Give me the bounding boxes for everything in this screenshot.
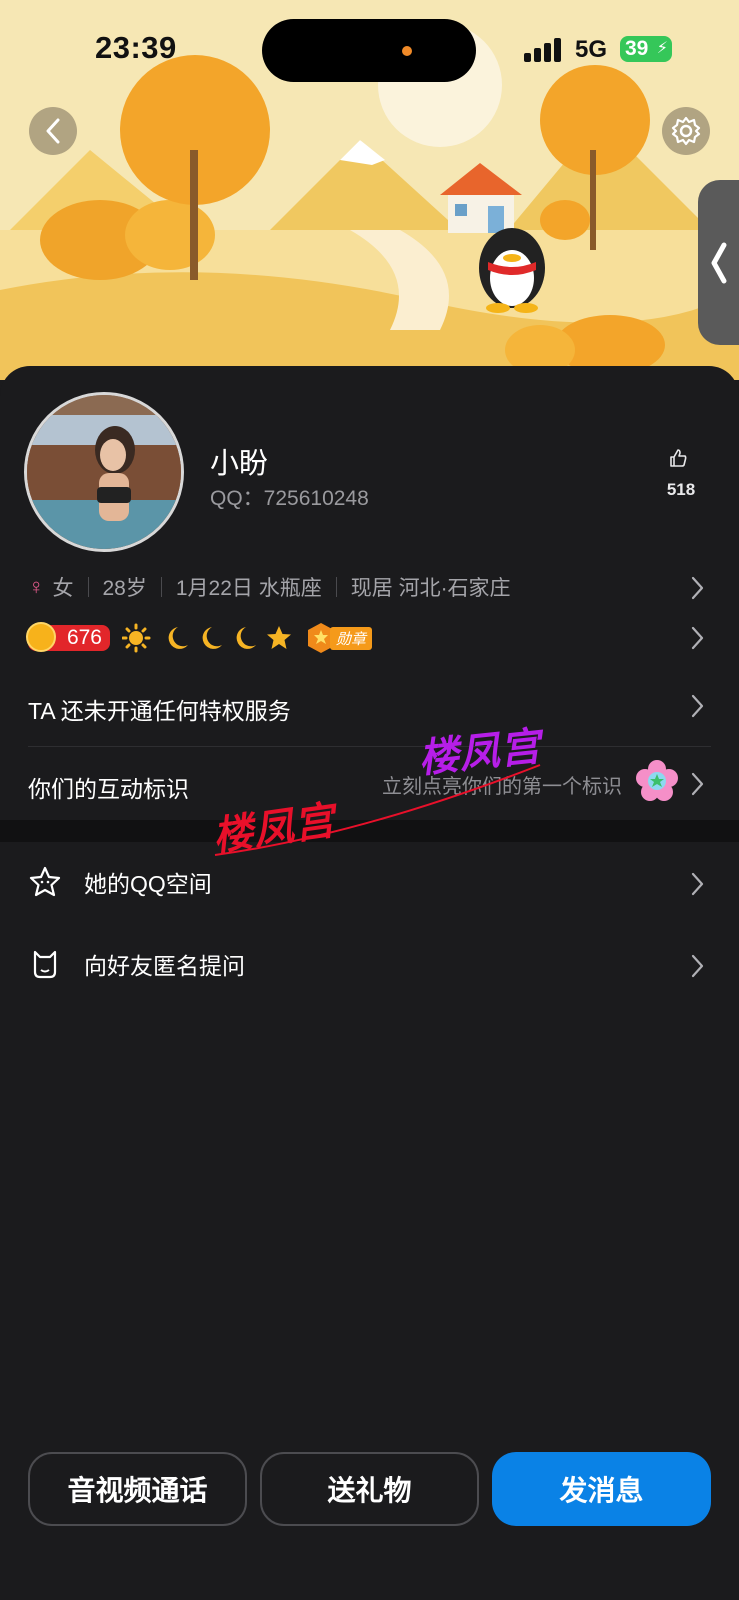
qzone-label: 她的QQ空间 [84,871,212,897]
star-face-icon [28,865,62,899]
moon-icon [168,627,188,649]
sun-icon [122,623,151,653]
video-call-button[interactable]: 音视频通话 [28,1452,247,1526]
dynamic-island [262,19,476,82]
star-icon [267,626,291,649]
age: 28岁 [102,577,147,600]
like-count: 518 [666,480,696,499]
signal-icon [524,38,564,62]
chevron-right-icon [691,626,704,650]
medal-label: 勋章 [330,626,373,650]
qq-number: QQ：725610248 [210,487,369,510]
send-gift-button[interactable]: 送礼物 [260,1452,479,1526]
side-drawer-handle[interactable] [698,180,739,345]
divider [160,577,162,597]
chevron-right-icon [691,576,704,600]
send-message-button[interactable]: 发消息 [492,1452,711,1526]
status-time: 23:39 [95,30,177,65]
qq-level-pill: 676 [26,622,110,652]
interaction-marks-row[interactable]: 你们的互动标识 [28,770,189,804]
battery-level: 39 [625,37,649,60]
network-type: 5G [575,36,608,63]
female-icon: ♀ [28,574,45,599]
privacy-indicator-dot [402,46,412,56]
chevron-right-icon [691,954,704,978]
qq-level-number: 676 [66,626,102,649]
level-badge-row[interactable]: 676 勋章 [26,620,373,656]
watermark-stroke [214,764,541,856]
chevron-right-icon [691,694,704,718]
battery-indicator: 39 ⚡ [620,36,672,62]
divider [28,746,711,747]
chevron-left-icon [46,118,60,144]
gear-icon [671,116,701,146]
cat-icon [28,947,62,981]
anonymous-question-row[interactable]: 向好友匿名提问 [28,942,245,986]
moon-icon [202,627,222,649]
sun-level-icon [26,622,56,652]
like-button[interactable] [668,448,688,473]
moon-icon [236,627,256,649]
birthday: 1月22日 水瓶座 [175,577,322,600]
avatar-photo [27,395,181,549]
settings-button[interactable] [662,107,710,155]
thumbs-up-icon [670,449,687,467]
profile-name: 小盼 [210,448,269,480]
privilege-row[interactable]: TA 还未开通任何特权服务 [28,692,291,726]
divider [87,577,89,597]
gender: 女 [52,577,74,600]
location: 现居 河北·石家庄 [350,577,511,600]
level-icons [122,623,291,653]
flower-icon [636,760,678,801]
medal-badge: 勋章 [306,622,373,654]
chevron-right-icon [691,872,704,896]
chevron-left-icon [711,242,726,283]
divider [335,577,337,597]
anonymous-question-label: 向好友匿名提问 [84,953,245,979]
profile-info-row[interactable]: ♀ 女 28岁 1月22日 水瓶座 现居 河北·石家庄 [28,572,511,602]
qzone-row[interactable]: 她的QQ空间 [28,860,212,904]
back-button[interactable] [29,107,77,155]
charging-icon: ⚡ [656,40,668,57]
chevron-right-icon [691,772,704,796]
avatar[interactable] [24,392,184,552]
